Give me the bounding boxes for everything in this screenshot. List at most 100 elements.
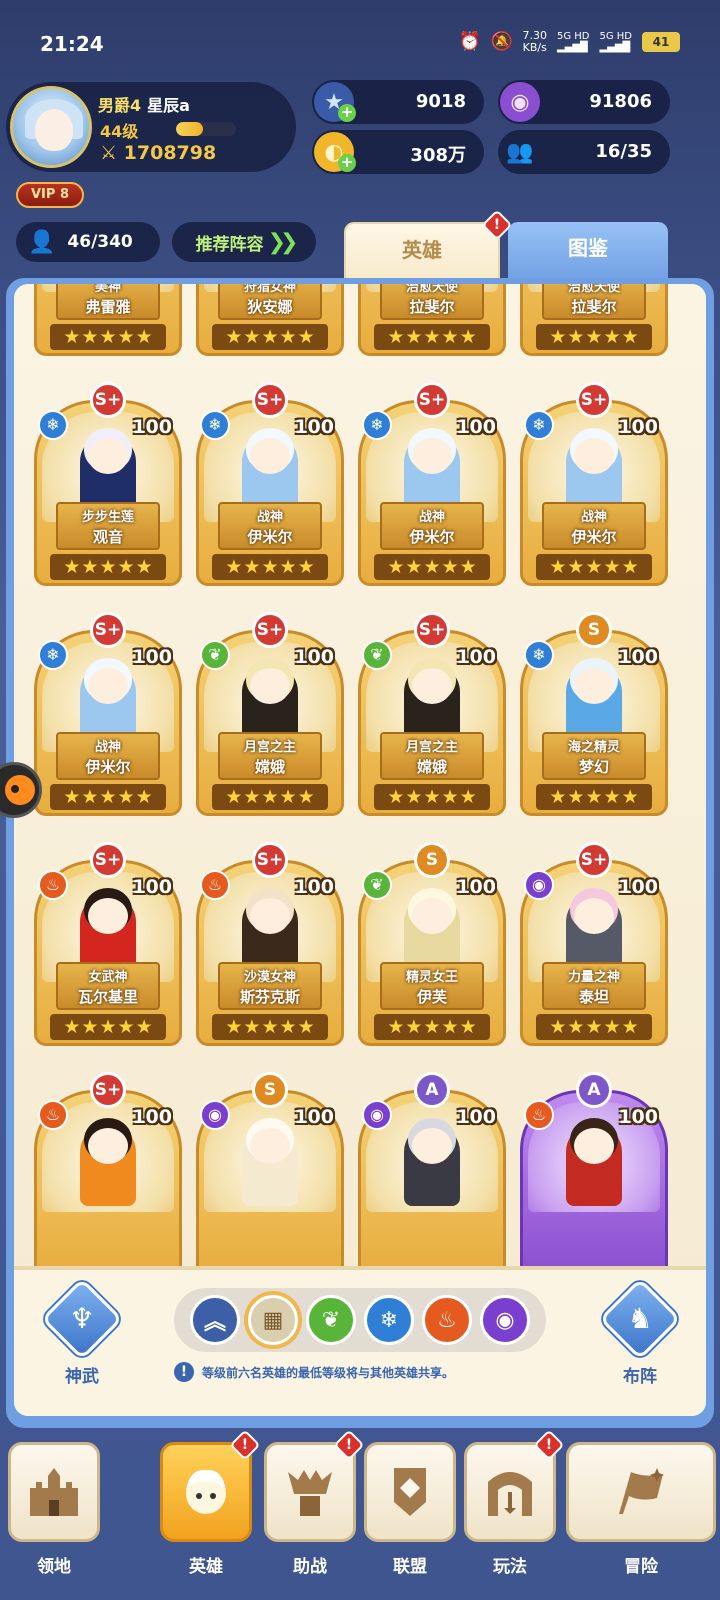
hero-figure-head <box>88 898 128 934</box>
spirit-filter-button[interactable]: ◉ <box>480 1295 530 1345</box>
hero-figure-head <box>574 668 614 704</box>
divine-weapon-button[interactable]: ♆ 神武 <box>40 1277 124 1387</box>
hero-name: 泰坦 <box>578 988 609 1006</box>
team-resource[interactable]: 👥 16/35 <box>498 130 670 174</box>
all-filter-button[interactable]: ▦ <box>248 1295 298 1345</box>
hero-figure-head <box>574 898 614 934</box>
hero-card[interactable]: S ❦ 100 精灵女王 伊芙 ★ ★ ★ ★ ★ <box>358 842 506 1047</box>
rarity-badge: S+ <box>414 382 450 418</box>
fire-filter-button[interactable]: ♨ <box>422 1295 472 1345</box>
hero-name: 伊米尔 <box>571 528 617 546</box>
status-icons: ⏰ 🔕 7.30 KB/s 5G HD ▂▄▆█ 5G HD ▂▄▆█ 41 <box>458 30 680 54</box>
hero-title: 月宫之主 <box>405 740 458 755</box>
hero-card[interactable]: S+ ❄ 100 步步生莲 观音 ★ ★ ★ ★ ★ <box>34 382 182 587</box>
hero-card[interactable]: S+ ◉ 100 力量之神 泰坦 ★ ★ ★ ★ ★ <box>520 842 668 1047</box>
hero-card[interactable]: S+ ❄ 100 战神 伊米尔 ★ ★ ★ ★ ★ <box>358 382 506 587</box>
hero-card[interactable]: S+ ♨ 100 <box>34 1072 182 1266</box>
nav-territory-label: 领地 <box>37 1557 71 1577</box>
hero-card[interactable]: S+ ♨ 100 沙漠女神 斯芬克斯 ★ ★ ★ ★ ★ <box>196 842 344 1047</box>
hero-level: 100 <box>132 646 172 668</box>
star-icon: ★ <box>387 556 405 578</box>
star-icon: ★ <box>441 326 459 348</box>
hero-name: 伊米尔 <box>247 528 293 546</box>
hero-card[interactable]: S+ ❄ 100 战神 伊米尔 ★ ★ ★ ★ ★ <box>520 382 668 587</box>
signal-1: 5G HD ▂▄▆█ <box>556 31 590 53</box>
grid-icon: ▦ <box>262 1307 284 1333</box>
star-icon: ★ <box>225 326 243 348</box>
rarity-badge: A <box>414 1072 450 1108</box>
snowflake-icon: ❄ <box>379 1307 399 1333</box>
bottom-nav: 领地 英雄 ! 助战 ! 联盟 玩法 ! 冒险 <box>0 1429 720 1600</box>
hero-title: 战神 <box>94 740 121 755</box>
star-icon: ★ <box>99 786 117 808</box>
nav-support[interactable]: 助战 ! <box>264 1429 365 1577</box>
hero-card[interactable]: S+ ♨ 100 女武神 瓦尔基里 ★ ★ ★ ★ ★ <box>34 842 182 1047</box>
hero-card[interactable]: S+ ❦ 100 月宫之主 嫦娥 ★ ★ ★ ★ ★ <box>196 612 344 817</box>
player-profile[interactable]: 男爵4 星辰a 44级 ⚔ 1708798 <box>6 82 296 172</box>
avatar[interactable] <box>10 86 92 168</box>
tab-heroes[interactable]: 英雄 ! <box>344 209 513 284</box>
hero-figure-head <box>250 438 290 474</box>
hero-level: 100 <box>456 646 496 668</box>
hero-card[interactable]: S+ ❄ 100 战神 伊米尔 ★ ★ ★ ★ ★ <box>34 612 182 817</box>
nav-territory[interactable]: 领地 <box>8 1442 100 1577</box>
hero-stars: ★ ★ ★ ★ ★ <box>374 784 490 810</box>
nav-gameplay[interactable]: 玩法 ! <box>464 1429 565 1577</box>
hero-card[interactable]: 美神 弗雷雅 ★ ★ ★ ★ ★ <box>34 284 182 357</box>
nav-heroes[interactable]: 英雄 ! <box>160 1429 261 1577</box>
star-icon: ★ <box>225 786 243 808</box>
hero-card[interactable]: A ◉ 100 <box>358 1072 506 1266</box>
star-icon: ★ <box>63 786 81 808</box>
hero-name: 狄安娜 <box>247 298 293 316</box>
gems-resource[interactable]: ◉ 91806 <box>498 80 670 124</box>
star-icon: ★ <box>279 556 297 578</box>
hero-grid-viewport[interactable]: 美神 弗雷雅 ★ ★ ★ ★ ★ 狩猎女神 狄安娜 ★ ★ ★ ★ ★ 治愈天使 拉斐尔 ★ ★ ★ ★ ★ 治愈天使 拉斐… <box>14 284 706 1266</box>
hero-card[interactable]: 治愈天使 拉斐尔 ★ ★ ★ ★ ★ <box>520 284 668 357</box>
nature-filter-button[interactable]: ❦ <box>306 1295 356 1345</box>
divider <box>14 1266 706 1270</box>
star-icon: ★ <box>567 786 585 808</box>
spirit-element-icon: ◉ <box>362 1100 392 1130</box>
hero-level: 100 <box>294 646 334 668</box>
hero-title: 治愈天使 <box>567 284 620 295</box>
gold-resource[interactable]: ◐ + 308万 <box>312 130 484 174</box>
hero-count-button[interactable]: 👤 46/340 <box>16 222 160 262</box>
hero-card[interactable]: S ◉ 100 <box>196 1072 344 1266</box>
hero-name: 梦幻 <box>578 758 609 776</box>
sort-filter-button[interactable]: ︽ <box>190 1295 240 1345</box>
nav-alliance[interactable]: 联盟 <box>364 1442 456 1577</box>
nav-adventure-label: 冒险 <box>624 1557 658 1577</box>
recommend-lineup-button[interactable]: 推荐阵容 ❯❯ <box>172 222 316 262</box>
fire-element-icon: ♨ <box>38 870 68 900</box>
nav-adventure[interactable]: 冒险 <box>566 1442 716 1577</box>
tab-heroes-label: 英雄 <box>402 238 442 262</box>
mute-icon: 🔕 <box>490 31 513 52</box>
stars-resource[interactable]: ★ + 9018 <box>312 80 484 124</box>
tab-codex[interactable]: 图鉴 <box>508 222 668 284</box>
hero-card[interactable]: A ♨ 100 <box>520 1072 668 1266</box>
support-icon <box>264 1442 356 1542</box>
hero-card[interactable]: S+ ❄ 100 战神 伊米尔 ★ ★ ★ ★ ★ <box>196 382 344 587</box>
star-icon: ★ <box>423 556 441 578</box>
hero-name: 拉斐尔 <box>571 298 617 316</box>
divine-weapon-icon: ♆ <box>40 1277 124 1361</box>
hero-card[interactable]: 治愈天使 拉斐尔 ★ ★ ★ ★ ★ <box>358 284 506 357</box>
vip-badge[interactable]: VIP 8 <box>16 182 84 208</box>
net-speed: 7.30 KB/s <box>522 29 547 54</box>
star-icon: ★ <box>297 556 315 578</box>
castle-icon <box>8 1442 100 1542</box>
hero-name: 弗雷雅 <box>85 298 131 316</box>
star-icon: ★ <box>243 326 261 348</box>
notice-text: 等级前六名英雄的最低等级将与其他英雄共享。 <box>202 1365 455 1380</box>
power-icon: ⚔ <box>100 142 118 164</box>
hero-card[interactable]: S+ ❦ 100 月宫之主 嫦娥 ★ ★ ★ ★ ★ <box>358 612 506 817</box>
formation-button[interactable]: ♞ 布阵 <box>598 1277 682 1387</box>
add-gold-button[interactable]: + <box>338 154 356 172</box>
add-stars-button[interactable]: + <box>338 104 356 122</box>
star-icon: ★ <box>567 326 585 348</box>
player-name-line: 男爵4 星辰a <box>98 92 190 116</box>
hero-card[interactable]: 狩猎女神 狄安娜 ★ ★ ★ ★ ★ <box>196 284 344 357</box>
hero-figure-head <box>412 1128 452 1164</box>
ice-filter-button[interactable]: ❄ <box>364 1295 414 1345</box>
hero-card[interactable]: S ❄ 100 海之精灵 梦幻 ★ ★ ★ ★ ★ <box>520 612 668 817</box>
